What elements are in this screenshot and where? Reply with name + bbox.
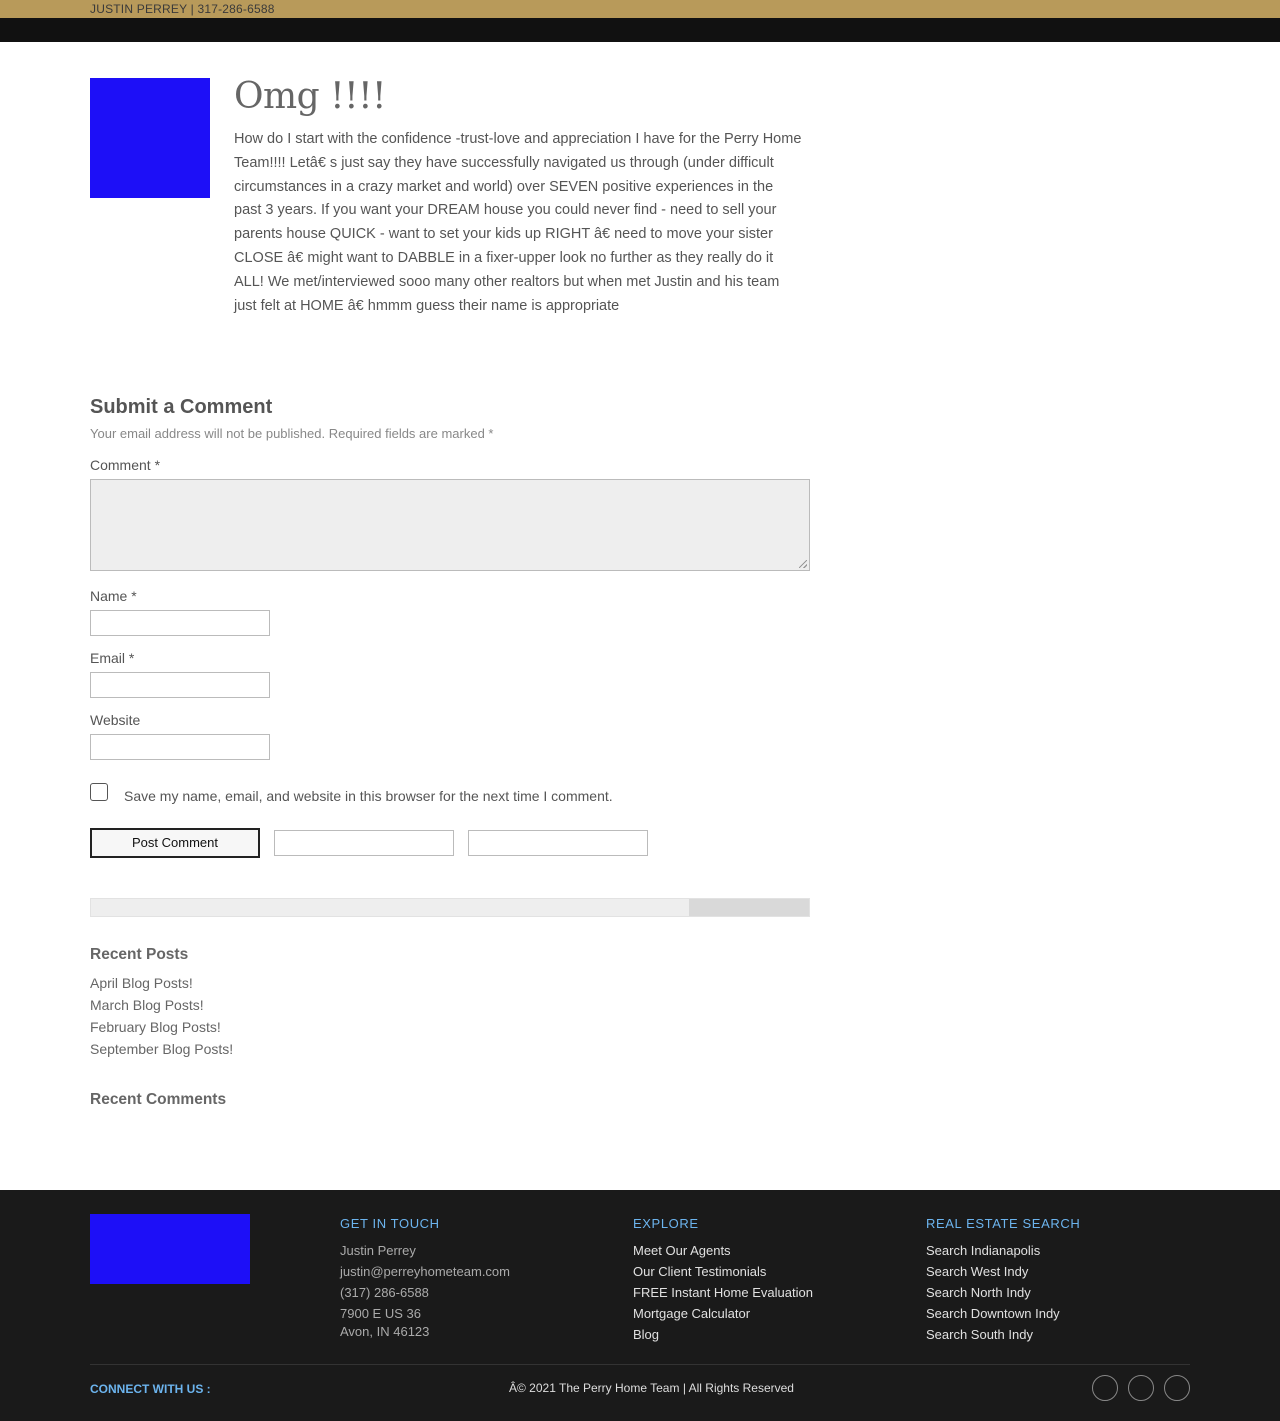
top-contact-bar: JUSTIN PERREY | 317-286-6588	[0, 0, 1280, 18]
search-link[interactable]: Search North Indy	[926, 1282, 1080, 1303]
twitter-icon[interactable]	[1128, 1375, 1154, 1401]
get-in-touch-title: GET IN TOUCH	[340, 1216, 440, 1231]
extra-input[interactable]	[468, 830, 648, 856]
explore-link[interactable]: Blog	[633, 1324, 813, 1345]
explore-title: EXPLORE	[633, 1216, 699, 1231]
email-label: Email *	[90, 650, 135, 666]
connect-with-us-label: CONNECT WITH US :	[90, 1382, 211, 1396]
post-avatar-image	[90, 78, 210, 198]
footer-logo[interactable]	[90, 1214, 250, 1284]
top-contact-text: JUSTIN PERREY | 317-286-6588	[90, 2, 275, 16]
resize-grip-icon[interactable]	[799, 560, 807, 568]
recent-post-link[interactable]: September Blog Posts!	[90, 1038, 233, 1060]
facebook-icon[interactable]	[1092, 1375, 1118, 1401]
recent-posts-title: Recent Posts	[90, 946, 189, 963]
contact-address-line1: 7900 E US 36	[340, 1306, 421, 1321]
footer-divider	[90, 1364, 1190, 1365]
footer-get-in-touch: GET IN TOUCH Justin Perrey justin@perrey…	[340, 1216, 510, 1339]
contact-address-line2: Avon, IN 46123	[340, 1324, 430, 1339]
explore-link[interactable]: FREE Instant Home Evaluation	[633, 1282, 813, 1303]
recent-post-link[interactable]: February Blog Posts!	[90, 1016, 233, 1038]
explore-link[interactable]: Mortgage Calculator	[633, 1303, 813, 1324]
comment-notes: Your email address will not be published…	[90, 426, 494, 441]
website-input[interactable]	[90, 734, 270, 760]
main-nav-bar	[0, 18, 1280, 42]
explore-link[interactable]: Meet Our Agents	[633, 1240, 813, 1261]
comment-textarea[interactable]	[90, 479, 810, 571]
instagram-icon[interactable]	[1164, 1375, 1190, 1401]
save-info-label: Save my name, email, and website in this…	[124, 788, 613, 804]
recent-posts-list: April Blog Posts! March Blog Posts! Febr…	[90, 972, 233, 1060]
copyright-text: Â© 2021 The Perry Home Team | All Rights…	[509, 1381, 794, 1395]
comment-form-heading: Submit a Comment	[90, 396, 273, 418]
site-footer: GET IN TOUCH Justin Perrey justin@perrey…	[0, 1190, 1280, 1421]
contact-email[interactable]: justin@perreyhometeam.com	[340, 1261, 510, 1282]
search-button[interactable]	[689, 899, 809, 916]
recent-post-link[interactable]: April Blog Posts!	[90, 972, 233, 994]
post-title: Omg !!!!	[234, 76, 387, 117]
post-comment-button[interactable]: Post Comment	[90, 828, 260, 858]
search-link[interactable]: Search West Indy	[926, 1261, 1080, 1282]
contact-name: Justin Perrey	[340, 1243, 416, 1258]
post-body: How do I start with the confidence -trus…	[234, 131, 802, 314]
save-info-checkbox[interactable]	[90, 783, 108, 801]
explore-link[interactable]: Our Client Testimonials	[633, 1261, 813, 1282]
footer-explore: EXPLORE Meet Our Agents Our Client Testi…	[633, 1216, 813, 1345]
email-input[interactable]	[90, 672, 270, 698]
captcha-input[interactable]	[274, 830, 454, 856]
search-input[interactable]	[90, 898, 810, 917]
name-label: Name *	[90, 588, 137, 604]
comment-label: Comment *	[90, 457, 161, 473]
website-label: Website	[90, 712, 141, 728]
search-link[interactable]: Search Indianapolis	[926, 1240, 1080, 1261]
real-estate-search-title: REAL ESTATE SEARCH	[926, 1216, 1081, 1231]
footer-real-estate-search: REAL ESTATE SEARCH Search Indianapolis S…	[926, 1216, 1080, 1345]
recent-post-link[interactable]: March Blog Posts!	[90, 994, 233, 1016]
search-link[interactable]: Search Downtown Indy	[926, 1303, 1080, 1324]
search-link[interactable]: Search South Indy	[926, 1324, 1080, 1345]
contact-phone[interactable]: (317) 286-6588	[340, 1282, 510, 1303]
recent-comments-title: Recent Comments	[90, 1091, 227, 1108]
name-input[interactable]	[90, 610, 270, 636]
